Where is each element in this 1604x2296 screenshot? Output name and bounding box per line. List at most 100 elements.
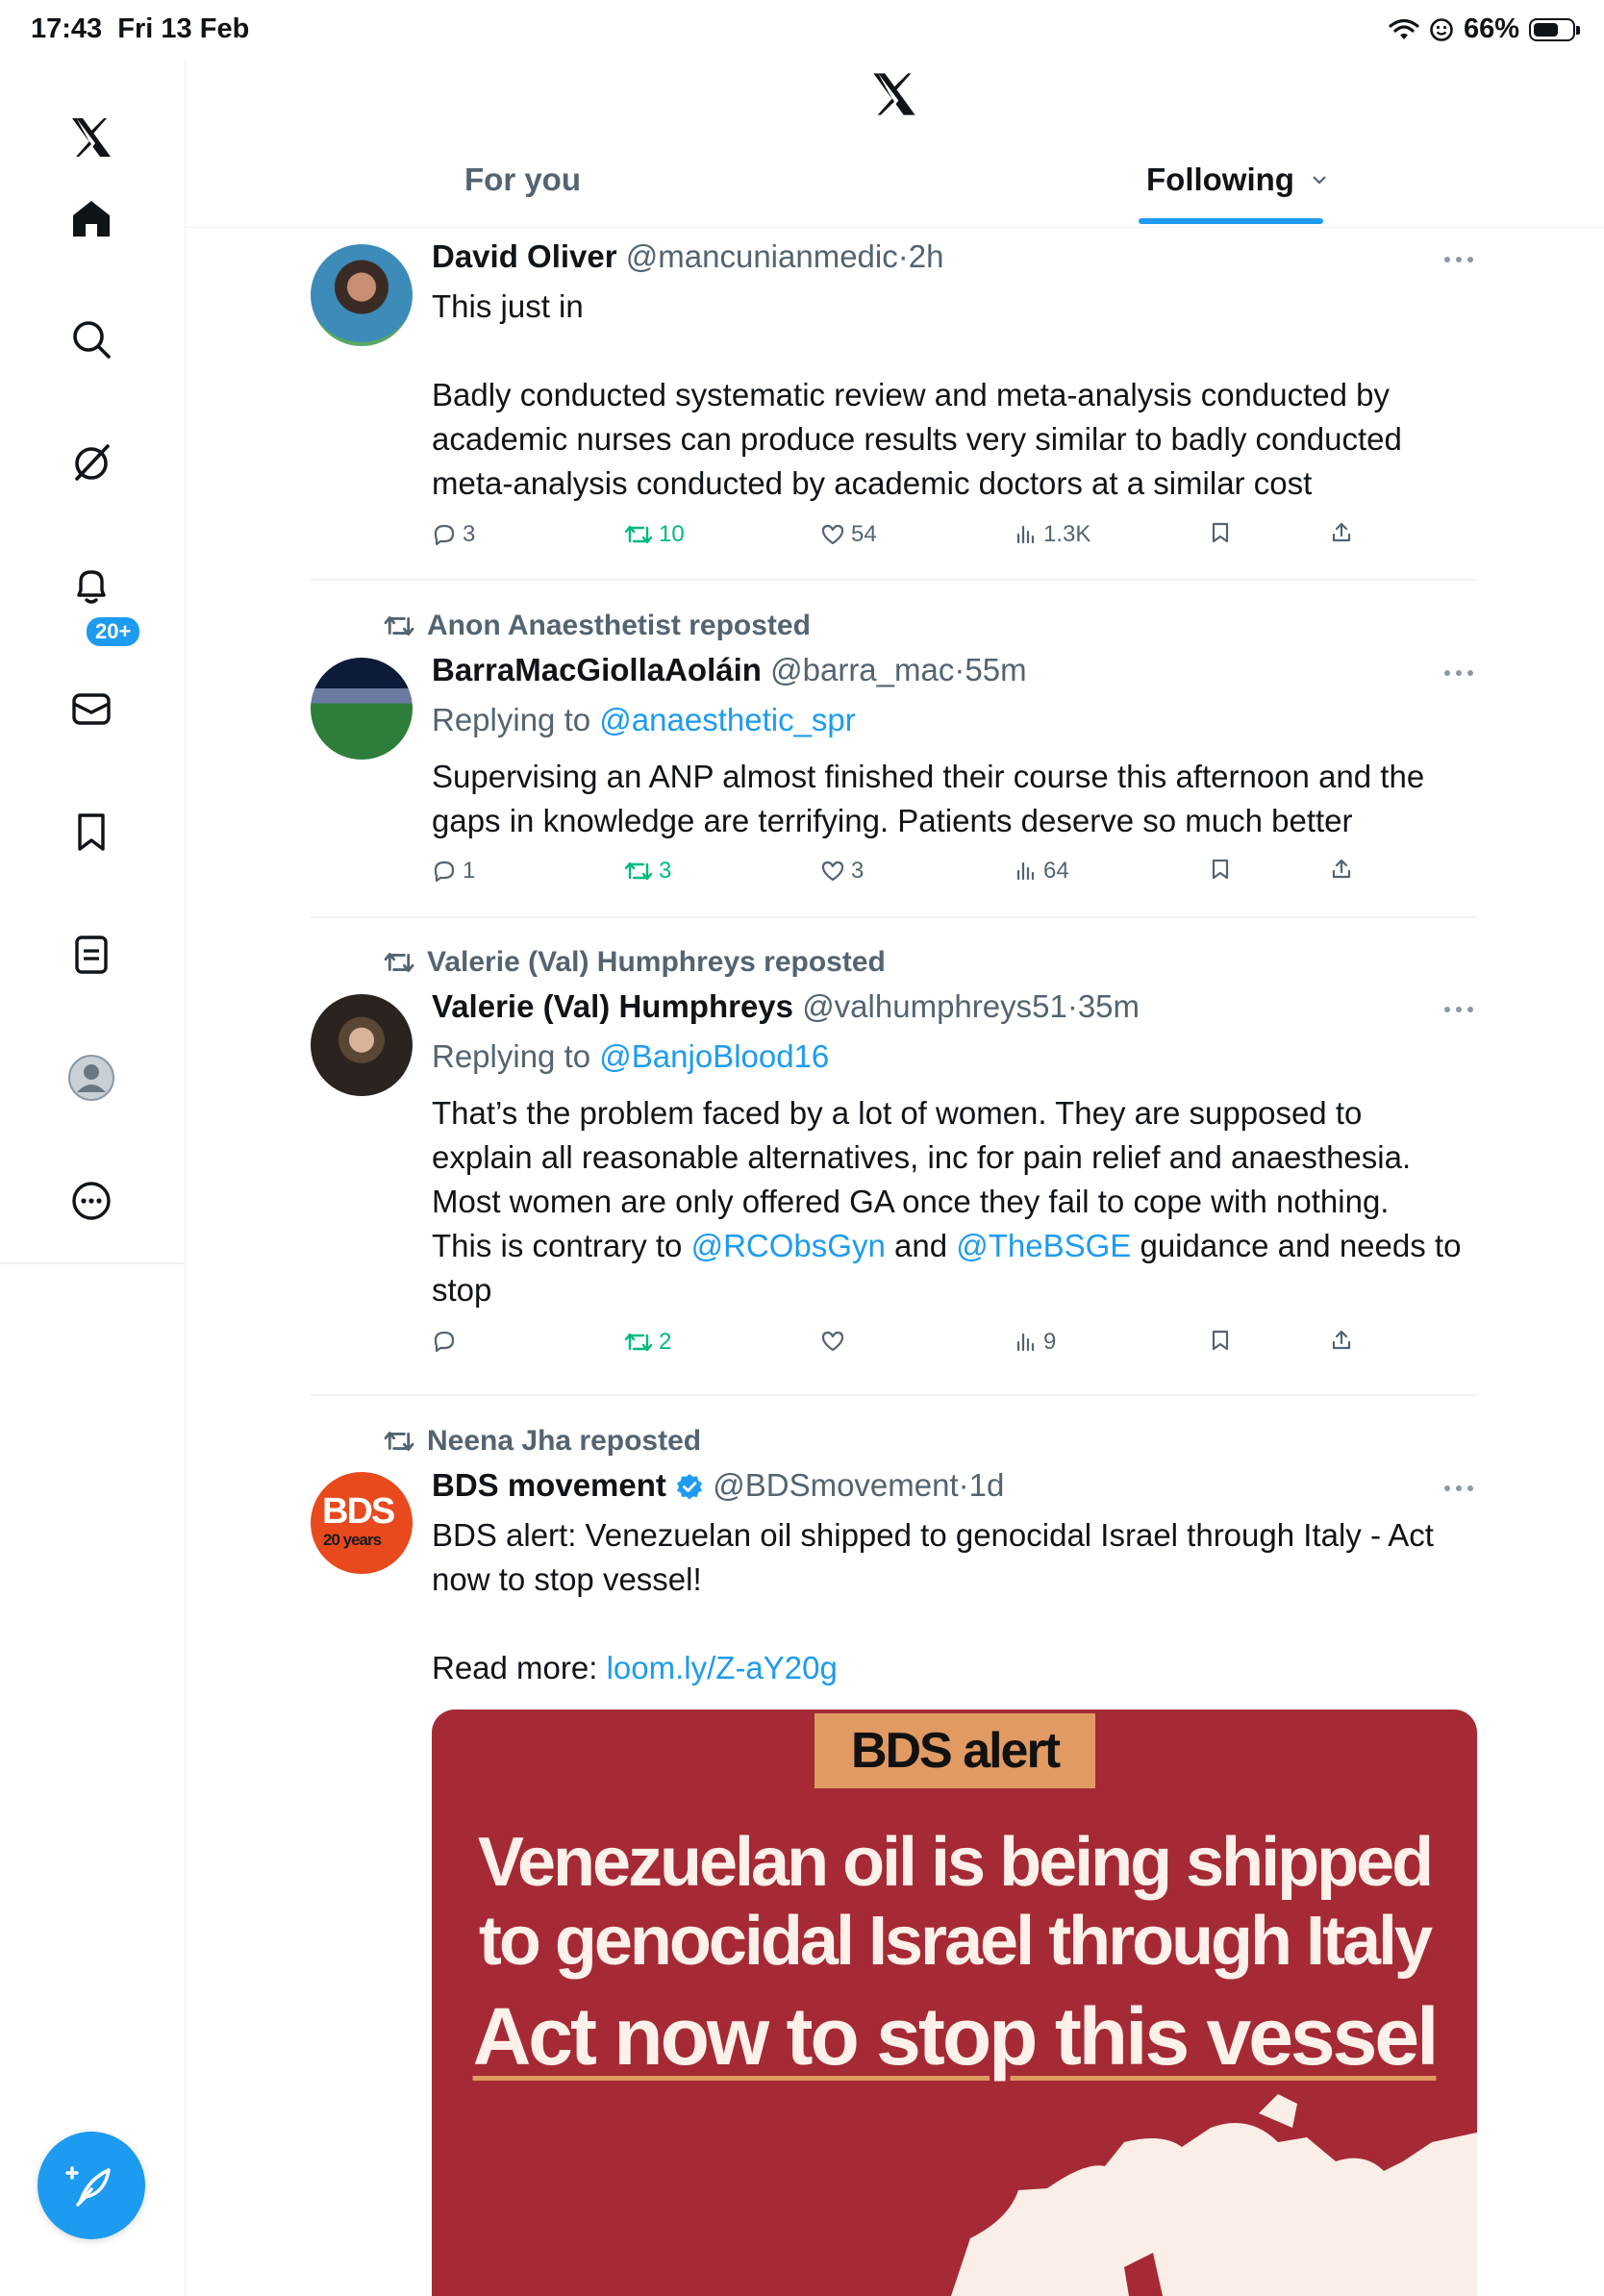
- tweet-text-line: stop: [432, 1272, 492, 1308]
- tab-for-you[interactable]: For you: [464, 162, 581, 198]
- reposted-by: Valerie (Val) Humphreys reposted: [383, 946, 886, 979]
- avatar[interactable]: [311, 658, 413, 760]
- tweet-divider: [311, 579, 1477, 581]
- clock-date: Fri 13 Feb: [117, 13, 250, 44]
- notifications-badge: 20+: [85, 615, 142, 648]
- bookmark-button[interactable]: [1209, 858, 1232, 881]
- wifi-icon: [1389, 18, 1419, 39]
- views-button[interactable]: 64: [1015, 858, 1069, 885]
- replying-to: Replying to @anaesthetic_spr: [432, 702, 856, 738]
- messages-icon[interactable]: [62, 679, 121, 738]
- reply-button[interactable]: 1: [432, 858, 475, 885]
- repost-button[interactable]: 10: [624, 521, 685, 548]
- like-button[interactable]: 3: [820, 858, 864, 885]
- home-icon[interactable]: [62, 188, 121, 248]
- reposted-by-label[interactable]: Valerie (Val) Humphreys reposted: [427, 946, 886, 979]
- repost-icon: [624, 1333, 653, 1352]
- tweet-time[interactable]: 55m: [965, 652, 1026, 687]
- views-button[interactable]: 1.3K: [1015, 521, 1090, 548]
- author-handle[interactable]: @barra_mac: [770, 652, 954, 687]
- tweet-time[interactable]: 1d: [969, 1467, 1005, 1503]
- author-name[interactable]: David Oliver: [432, 238, 617, 274]
- views-button[interactable]: 9: [1015, 1329, 1056, 1356]
- bookmark-icon: [1212, 522, 1229, 543]
- reposted-by-label[interactable]: Anon Anaesthetist reposted: [427, 610, 811, 642]
- grok-icon[interactable]: [62, 433, 121, 492]
- sidebar-divider: [0, 1262, 185, 1264]
- tab-following-label: Following: [1146, 162, 1294, 197]
- tweet-actions: 3 10 54 1.3K: [432, 521, 1490, 560]
- more-icon[interactable]: [62, 1171, 121, 1231]
- tweet-header: BDS movement @BDSmovement·1d: [432, 1467, 1004, 1504]
- repost-button[interactable]: 3: [624, 858, 671, 885]
- like-count: 54: [851, 521, 877, 547]
- author-handle[interactable]: @valhumphreys51: [802, 988, 1067, 1024]
- chevron-down-icon[interactable]: [1309, 169, 1330, 190]
- views-icon: [1016, 525, 1035, 544]
- tweet-text: Supervising an ANP almost finished their…: [432, 755, 1480, 843]
- tweet-text-line: Read more: loom.ly/Z-aY20g: [432, 1646, 1480, 1690]
- more-options-icon[interactable]: [1444, 1000, 1473, 1019]
- read-more-label: Read more:: [432, 1650, 598, 1685]
- replying-to-handle[interactable]: @anaesthetic_spr: [599, 702, 855, 737]
- tweet-actions: 2 9: [432, 1329, 1490, 1367]
- like-button[interactable]: [820, 1329, 845, 1354]
- mention-link[interactable]: @RCObsGyn: [691, 1228, 886, 1263]
- tweet-media-card[interactable]: BDS alert Venezuelan oil is being shippe…: [432, 1710, 1477, 2296]
- like-button[interactable]: 54: [820, 521, 877, 548]
- x-logo-icon[interactable]: [869, 69, 919, 124]
- clock-time: 17:43: [31, 13, 103, 44]
- compose-button[interactable]: [38, 2132, 145, 2239]
- author-name[interactable]: BDS movement: [432, 1467, 666, 1503]
- map-illustration: [951, 2094, 1477, 2296]
- tweet-time[interactable]: 2h: [909, 238, 944, 274]
- repost-icon: [624, 525, 653, 544]
- avatar[interactable]: [311, 244, 413, 346]
- separator: ·: [897, 238, 909, 274]
- author-handle[interactable]: @BDSmovement: [713, 1467, 958, 1503]
- tab-following[interactable]: Following: [1146, 162, 1330, 198]
- tweet-text: BDS alert: Venezuelan oil shipped to gen…: [432, 1513, 1480, 1690]
- x-logo-icon[interactable]: [62, 108, 121, 167]
- author-handle[interactable]: @mancunianmedic: [626, 238, 898, 274]
- more-options-icon[interactable]: [1444, 250, 1473, 269]
- reply-button[interactable]: 3: [432, 521, 475, 548]
- tweet-time[interactable]: 35m: [1078, 988, 1140, 1024]
- card-headline-line: Venezuelan oil is being shipped: [477, 1824, 1434, 1901]
- tweet-text-line: This is contrary to @RCObsGyn and @TheBS…: [432, 1224, 1480, 1268]
- bookmark-button[interactable]: [1209, 1329, 1232, 1352]
- repost-button[interactable]: 2: [624, 1329, 671, 1356]
- bookmarks-icon[interactable]: [62, 802, 121, 861]
- notifications-icon[interactable]: [62, 556, 121, 615]
- heart-icon: [821, 1331, 844, 1352]
- tweet-text-fragment: This is contrary to: [432, 1228, 683, 1263]
- status-time: 17:43 Fri 13 Feb: [31, 13, 249, 45]
- mention-link[interactable]: @TheBSGE: [956, 1228, 1131, 1263]
- replying-to-handle[interactable]: @BanjoBlood16: [599, 1038, 829, 1074]
- share-button[interactable]: [1330, 521, 1353, 544]
- more-options-icon[interactable]: [1444, 1479, 1473, 1498]
- author-name[interactable]: BarraMacGiollaAoláin: [432, 652, 762, 687]
- views-icon: [1016, 1333, 1035, 1352]
- tweet-text-line: gaps in knowledge are terrifying. Patien…: [432, 803, 1353, 838]
- more-options-icon[interactable]: [1444, 663, 1473, 683]
- tweet-text-line: Badly conducted systematic review and me…: [432, 377, 1391, 412]
- reposted-by-label[interactable]: Neena Jha reposted: [427, 1425, 701, 1458]
- tweet-divider: [311, 1394, 1477, 1396]
- bookmark-button[interactable]: [1209, 521, 1232, 544]
- share-icon: [1332, 1330, 1351, 1350]
- avatar[interactable]: [311, 994, 413, 1096]
- reply-button[interactable]: [432, 1329, 457, 1354]
- separator: ·: [1066, 988, 1078, 1024]
- author-name[interactable]: Valerie (Val) Humphreys: [432, 988, 793, 1024]
- lists-icon[interactable]: [62, 925, 121, 985]
- search-icon[interactable]: [62, 310, 121, 369]
- views-icon: [1016, 861, 1035, 881]
- view-count: 9: [1043, 1329, 1057, 1355]
- share-button[interactable]: [1330, 1329, 1353, 1352]
- tweet-link[interactable]: loom.ly/Z-aY20g: [607, 1650, 838, 1685]
- tweet-header: Valerie (Val) Humphreys @valhumphreys51·…: [432, 988, 1140, 1025]
- avatar[interactable]: BDS 20 years: [311, 1472, 413, 1574]
- profile-icon[interactable]: [62, 1048, 121, 1108]
- share-button[interactable]: [1330, 858, 1353, 881]
